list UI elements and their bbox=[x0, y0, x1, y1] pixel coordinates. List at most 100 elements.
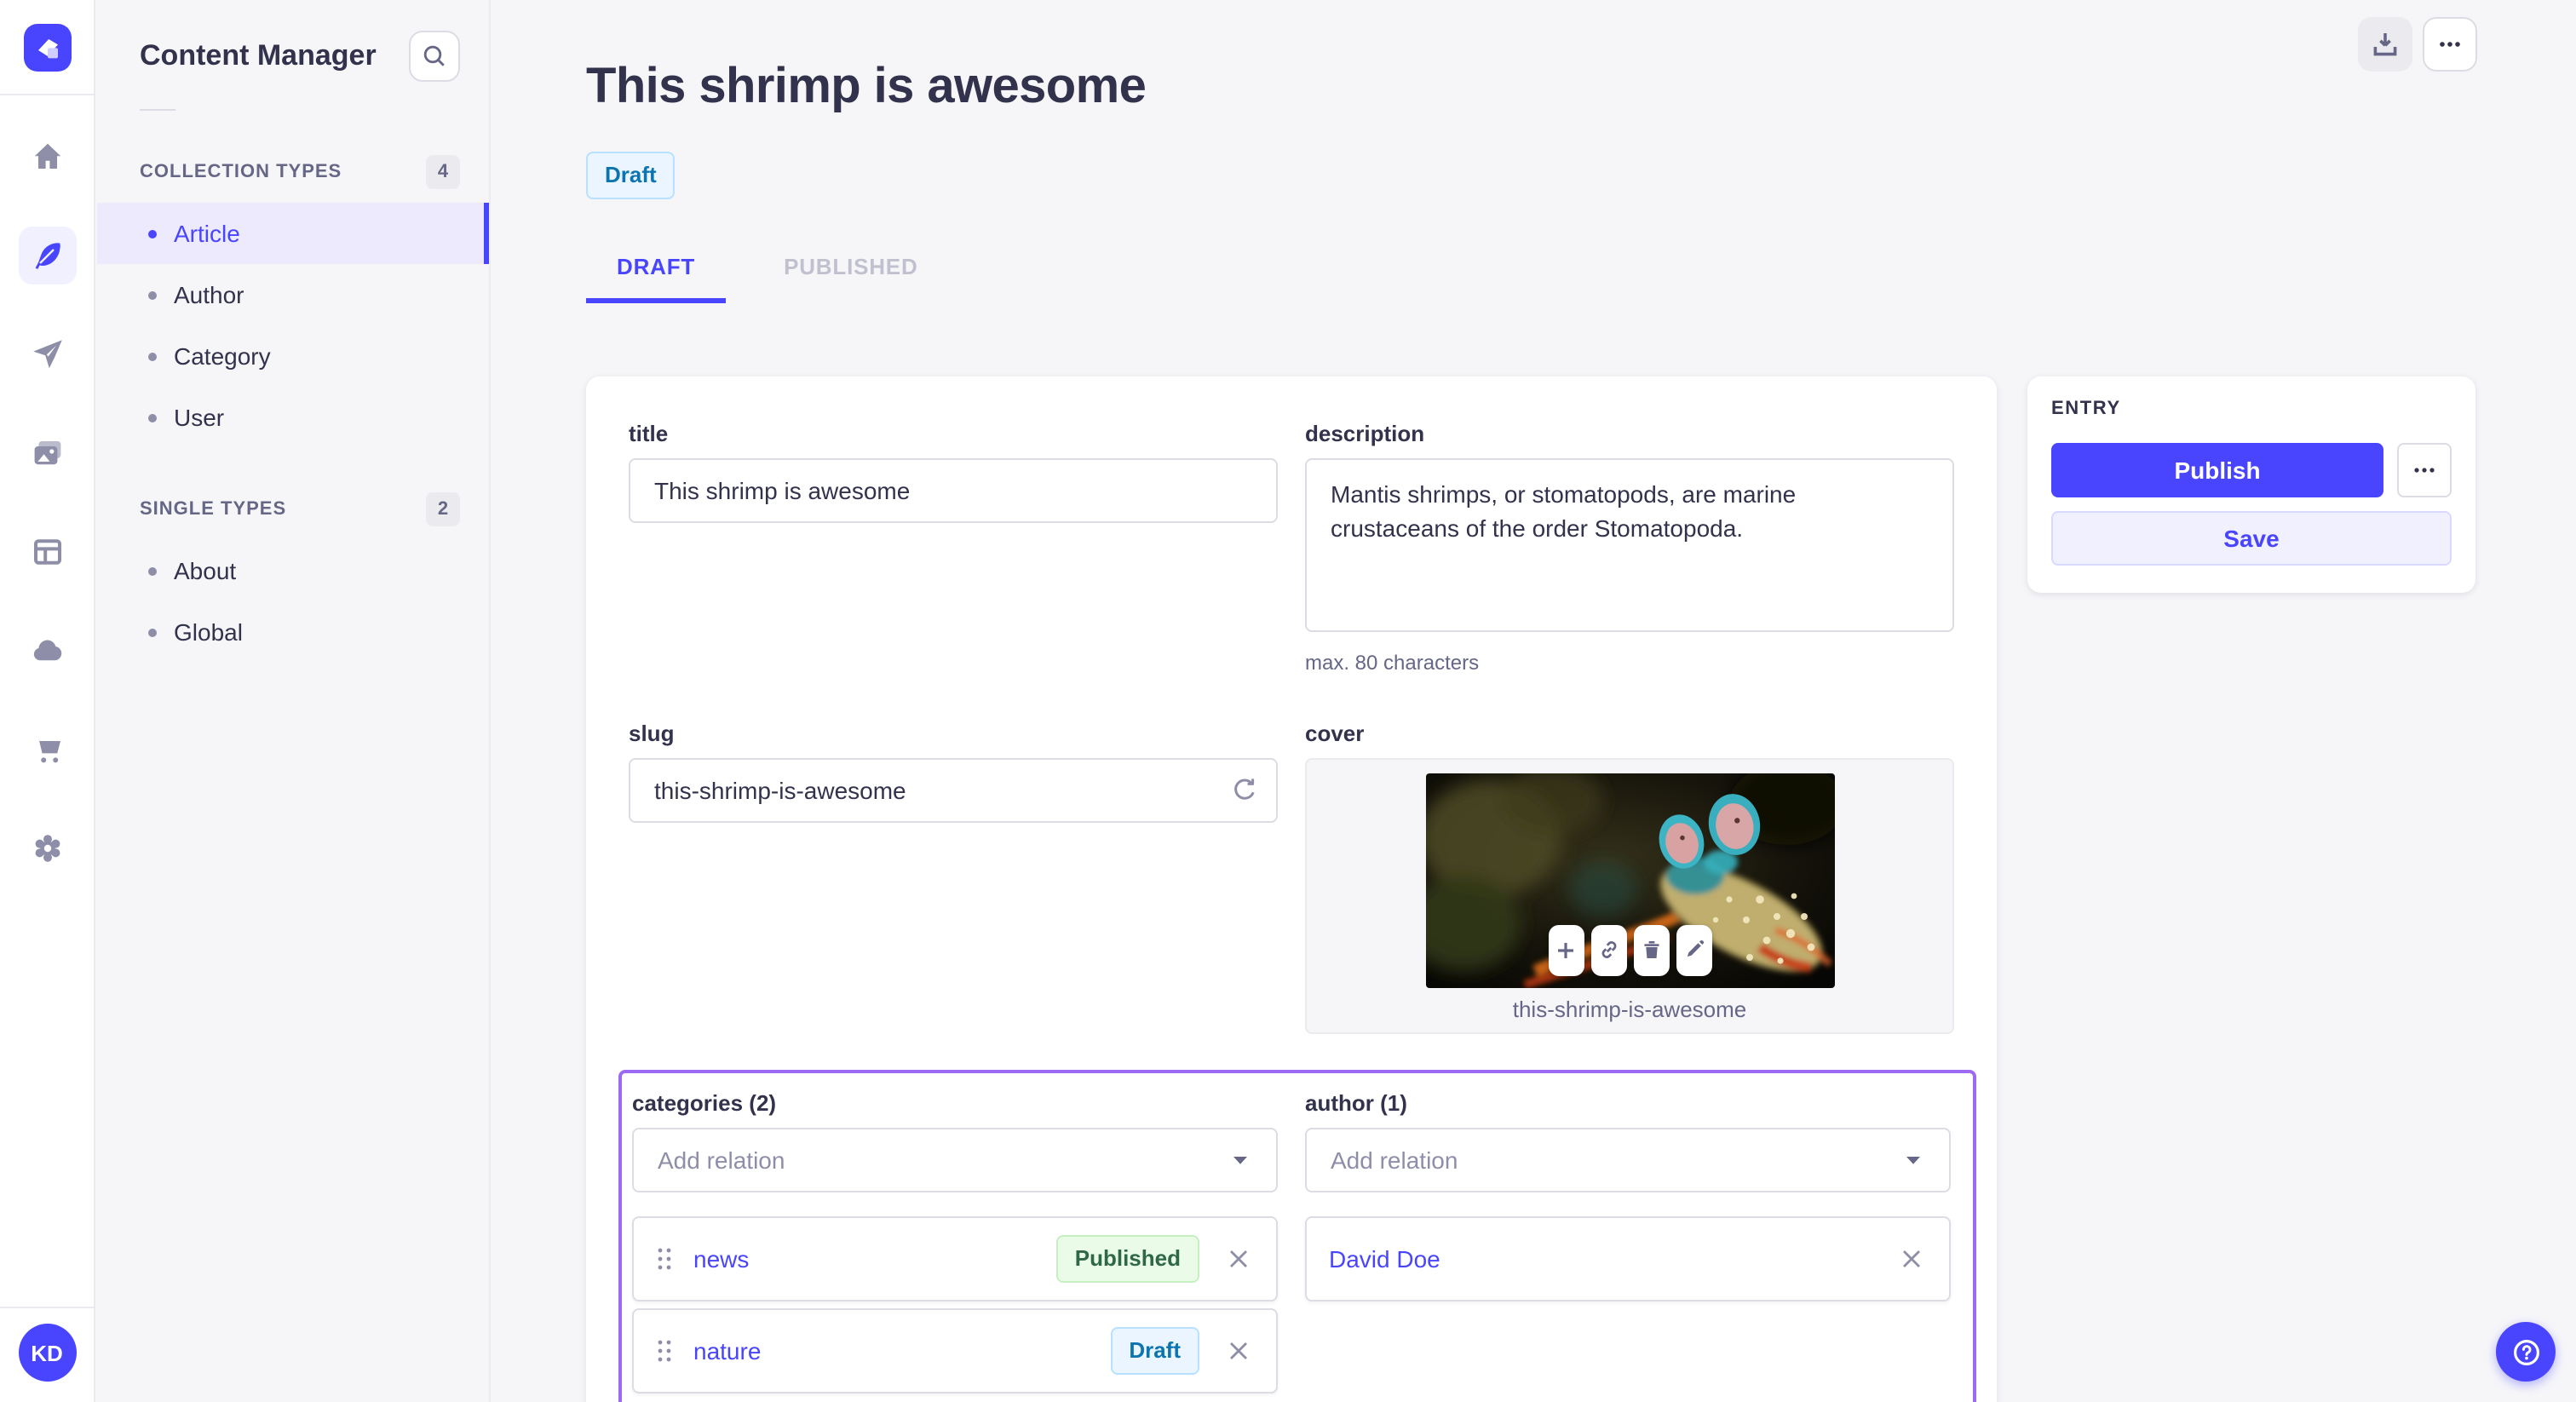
sidebar-item-category[interactable]: Category bbox=[97, 325, 489, 387]
user-avatar[interactable]: KD bbox=[18, 1324, 76, 1382]
field-author: author (1) Add relation David Doe bbox=[1305, 1090, 1951, 1301]
categories-placeholder: Add relation bbox=[658, 1146, 785, 1174]
version-tabs: DRAFT PUBLISHED bbox=[586, 244, 2477, 303]
relations-highlight-group: categories (2) Add relation news Publish… bbox=[618, 1069, 1976, 1402]
remove-relation-button[interactable] bbox=[1223, 1336, 1254, 1366]
tab-published[interactable]: PUBLISHED bbox=[753, 244, 948, 303]
relation-link-news[interactable]: news bbox=[693, 1245, 749, 1273]
close-icon bbox=[1903, 1250, 1920, 1267]
delete-asset-button[interactable] bbox=[1633, 924, 1669, 976]
sidebar-item-global[interactable]: Global bbox=[97, 601, 489, 663]
sidebar-item-label: About bbox=[174, 557, 237, 584]
add-asset-button[interactable] bbox=[1548, 924, 1584, 976]
collection-types-count-badge: 4 bbox=[426, 155, 460, 189]
more-horizontal-icon bbox=[2414, 468, 2435, 473]
bullet-dot bbox=[148, 290, 157, 299]
plus-icon bbox=[1558, 942, 1573, 958]
trash-icon bbox=[1643, 941, 1659, 959]
save-button[interactable]: Save bbox=[2051, 510, 2452, 566]
publish-button[interactable]: Publish bbox=[2051, 442, 2383, 497]
help-question-icon bbox=[2513, 1339, 2539, 1365]
relation-link-nature[interactable]: nature bbox=[693, 1337, 761, 1365]
description-input[interactable]: Mantis shrimps, or stomatopods, are mari… bbox=[1305, 457, 1954, 632]
remove-relation-button[interactable] bbox=[1896, 1244, 1927, 1274]
entry-more-button[interactable] bbox=[2397, 442, 2452, 497]
cover-field-box: this-shrimp-is-awesome bbox=[1305, 757, 1954, 1034]
tab-draft[interactable]: DRAFT bbox=[586, 244, 727, 303]
relation-item-news: news Published bbox=[632, 1215, 1278, 1301]
home-icon[interactable] bbox=[18, 128, 76, 186]
content-type-builder-icon[interactable] bbox=[18, 523, 76, 581]
bullet-dot bbox=[148, 229, 157, 238]
media-library-icon[interactable] bbox=[18, 424, 76, 482]
cover-label: cover bbox=[1305, 720, 1365, 746]
sidebar-item-author[interactable]: Author bbox=[97, 264, 489, 325]
sidebar-divider bbox=[140, 109, 175, 111]
sidebar-item-label: Author bbox=[174, 281, 244, 308]
sidebar-item-about[interactable]: About bbox=[97, 540, 489, 601]
categories-add-relation-combobox[interactable]: Add relation bbox=[632, 1127, 1278, 1192]
relation-status-badge: Published bbox=[1055, 1234, 1199, 1283]
strapi-logo-icon bbox=[37, 39, 57, 59]
help-button[interactable] bbox=[2496, 1322, 2556, 1382]
single-types-heading: SINGLE TYPES bbox=[140, 499, 287, 520]
search-button[interactable] bbox=[409, 31, 460, 82]
author-label: author (1) bbox=[1305, 1089, 1407, 1116]
entry-panel-title: ENTRY bbox=[2051, 398, 2121, 419]
slug-input[interactable] bbox=[629, 757, 1278, 823]
rail-divider-bottom bbox=[0, 1307, 94, 1308]
cloud-icon[interactable] bbox=[18, 622, 76, 680]
cover-filename: this-shrimp-is-awesome bbox=[1512, 996, 1747, 1022]
marketplace-cart-icon[interactable] bbox=[18, 721, 76, 779]
close-icon bbox=[1230, 1250, 1247, 1267]
author-placeholder: Add relation bbox=[1331, 1146, 1458, 1174]
single-types-count-badge: 2 bbox=[426, 492, 460, 526]
title-label: title bbox=[629, 420, 669, 446]
field-description: description Mantis shrimps, or stomatopo… bbox=[1305, 421, 1954, 675]
description-label: description bbox=[1305, 420, 1425, 446]
download-button[interactable] bbox=[2358, 17, 2412, 72]
drag-handle-icon[interactable] bbox=[656, 1337, 673, 1365]
app: KD Content Manager COLLECTION TYPES 4 Ar… bbox=[0, 0, 2576, 1402]
search-icon bbox=[423, 45, 445, 66]
sidebar-title: Content Manager bbox=[140, 39, 377, 72]
more-horizontal-icon bbox=[2440, 42, 2460, 47]
entry-status-badge: Draft bbox=[586, 151, 676, 199]
relation-link-david-doe[interactable]: David Doe bbox=[1329, 1245, 1440, 1273]
regenerate-slug-button[interactable] bbox=[1230, 776, 1259, 805]
bullet-dot bbox=[148, 628, 157, 636]
edit-asset-button[interactable] bbox=[1676, 924, 1711, 976]
settings-gear-icon[interactable] bbox=[18, 819, 76, 877]
title-input[interactable] bbox=[629, 457, 1278, 523]
sidebar-item-user[interactable]: User bbox=[97, 387, 489, 448]
bullet-dot bbox=[148, 413, 157, 422]
entry-panel: ENTRY Publish Save bbox=[2027, 376, 2475, 593]
slug-label: slug bbox=[629, 720, 675, 746]
cover-image bbox=[1425, 773, 1834, 988]
remove-relation-button[interactable] bbox=[1223, 1244, 1254, 1274]
content-manager-sidebar: Content Manager COLLECTION TYPES 4 Artic… bbox=[97, 0, 491, 1402]
content-manager-icon[interactable] bbox=[18, 227, 76, 284]
relation-item-nature: nature Draft bbox=[632, 1307, 1278, 1393]
strapi-logo[interactable] bbox=[23, 24, 71, 72]
categories-label: categories (2) bbox=[632, 1089, 777, 1116]
more-options-button[interactable] bbox=[2423, 17, 2477, 72]
sidebar-item-label: User bbox=[174, 404, 225, 431]
main-content: This shrimp is awesome Draft DRAFT PUBLI… bbox=[491, 0, 2576, 1402]
chevron-down-icon bbox=[1906, 1156, 1920, 1164]
copy-link-button[interactable] bbox=[1590, 924, 1626, 976]
sidebar-item-article[interactable]: Article bbox=[97, 203, 489, 264]
page-title: This shrimp is awesome bbox=[586, 60, 1147, 115]
field-title: title bbox=[629, 421, 1278, 675]
drag-handle-icon[interactable] bbox=[656, 1245, 673, 1273]
refresh-icon bbox=[1234, 779, 1255, 800]
rail-divider bbox=[0, 94, 94, 95]
paper-plane-icon[interactable] bbox=[18, 325, 76, 383]
chevron-down-icon bbox=[1233, 1156, 1247, 1164]
sidebar-item-label: Category bbox=[174, 342, 271, 370]
field-categories: categories (2) Add relation news Publish… bbox=[632, 1090, 1278, 1393]
pencil-icon bbox=[1686, 940, 1703, 957]
bullet-dot bbox=[148, 352, 157, 360]
author-add-relation-combobox[interactable]: Add relation bbox=[1305, 1127, 1951, 1192]
sidebar-item-label: Global bbox=[174, 618, 243, 646]
